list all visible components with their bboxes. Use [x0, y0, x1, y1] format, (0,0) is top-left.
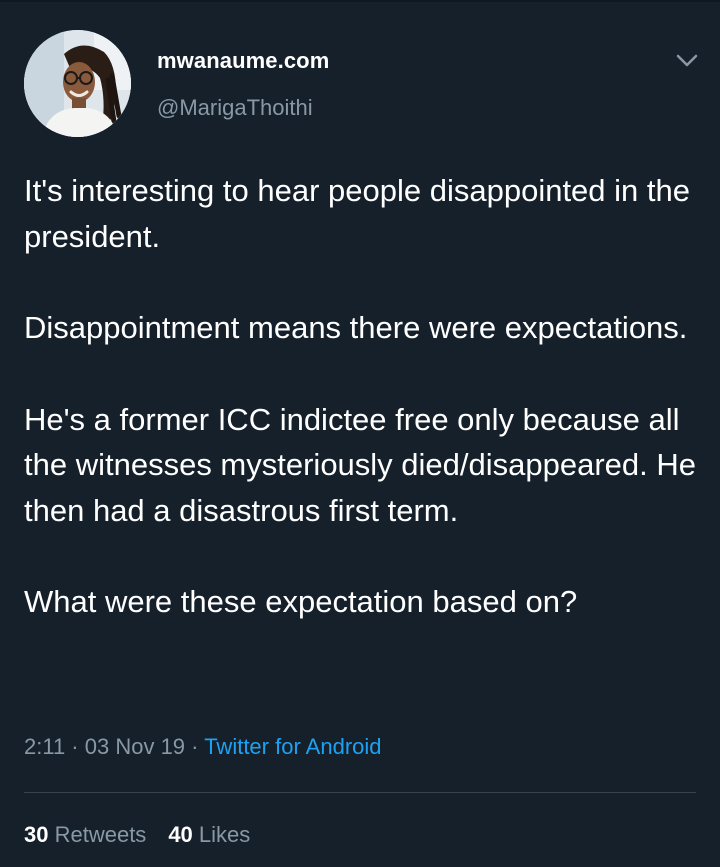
profile-photo: [24, 30, 131, 137]
retweets-count: 30: [24, 822, 49, 847]
meta-separator: ·: [65, 734, 85, 759]
tweet-paragraph: What were these expectation based on?: [24, 584, 578, 619]
chevron-down-icon[interactable]: [672, 48, 702, 74]
likes-stat[interactable]: 40 Likes: [168, 822, 250, 847]
avatar[interactable]: [24, 30, 131, 137]
tweet-paragraph: Disappointment means there were expectat…: [24, 310, 688, 345]
retweets-stat[interactable]: 30 Retweets: [24, 822, 146, 847]
tweet-time[interactable]: 2:11: [24, 734, 65, 759]
likes-label: Likes: [192, 822, 251, 847]
top-divider: [0, 0, 720, 2]
stats-divider: [24, 792, 696, 793]
tweet-metadata: 2:11 · 03 Nov 19 · Twitter for Android: [24, 734, 382, 760]
likes-count: 40: [168, 822, 193, 847]
meta-separator: ·: [185, 734, 205, 759]
author-handle[interactable]: @MarigaThoithi: [157, 95, 313, 121]
tweet-stats: 30 Retweets 40 Likes: [24, 822, 250, 848]
tweet-paragraph: He's a former ICC indictee free only bec…: [24, 401, 697, 528]
tweet-paragraph: It's interesting to hear people disappoi…: [24, 173, 690, 254]
tweet-text: It's interesting to hear people disappoi…: [24, 168, 704, 625]
tweet-date[interactable]: 03 Nov 19: [85, 734, 185, 759]
retweets-label: Retweets: [48, 822, 147, 847]
tweet-source-link[interactable]: Twitter for Android: [204, 734, 381, 759]
author-display-name[interactable]: mwanaume.com: [157, 48, 329, 74]
